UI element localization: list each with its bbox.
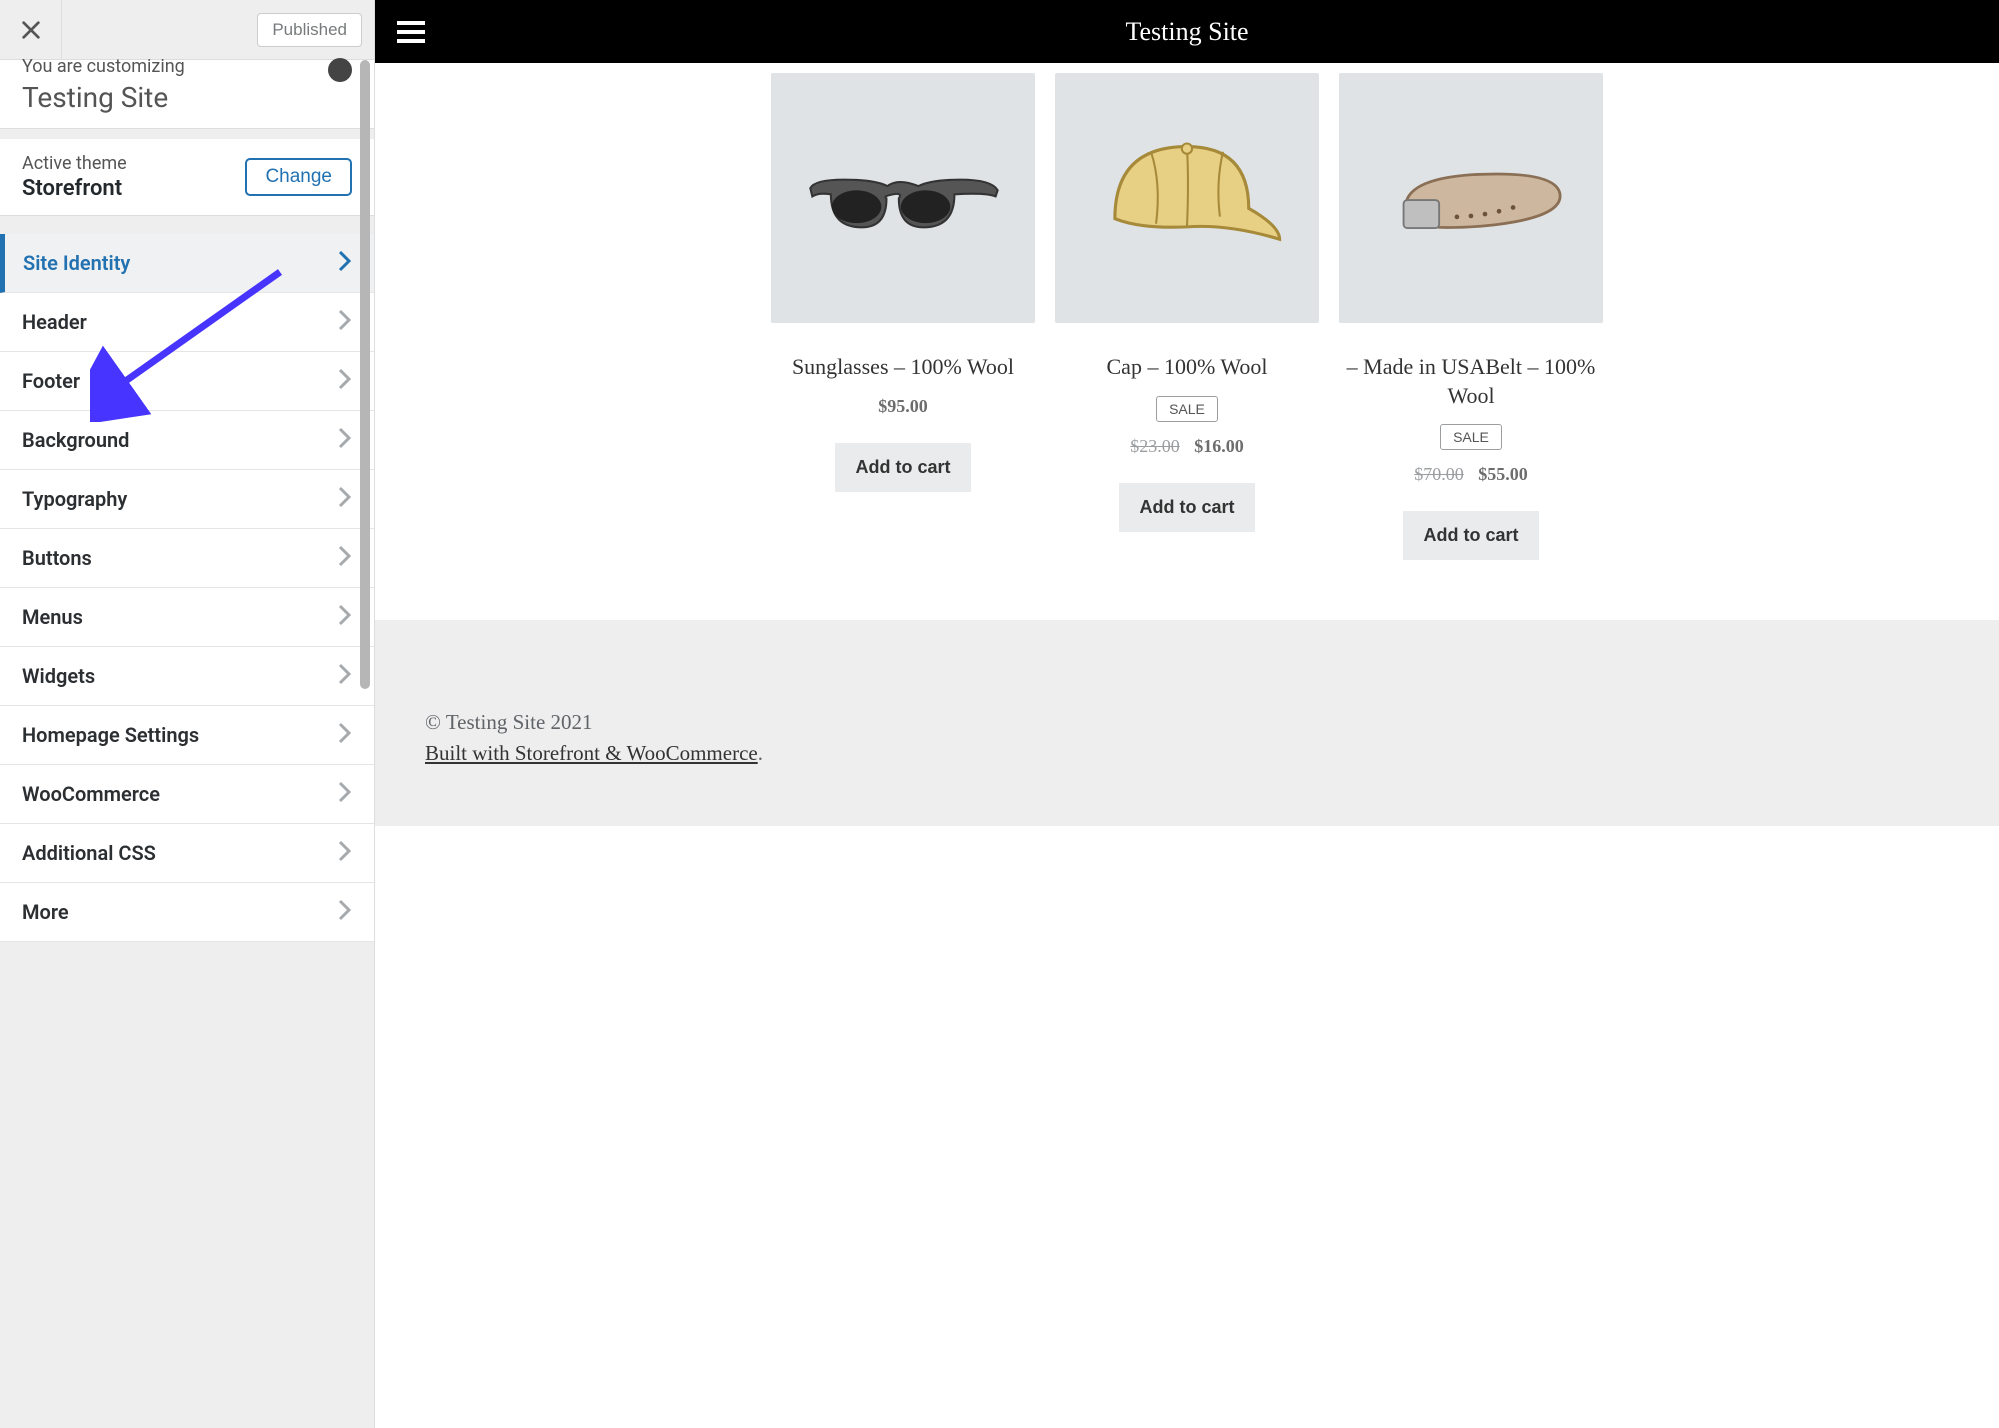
close-icon bbox=[20, 19, 42, 41]
add-to-cart-button[interactable]: Add to cart bbox=[835, 443, 970, 492]
product-image[interactable] bbox=[771, 73, 1035, 323]
site-preview: Testing Site Sunglasses – 100% Wool $95.… bbox=[375, 0, 1999, 1428]
menu-item-label: Widgets bbox=[22, 664, 95, 688]
chevron-right-icon bbox=[338, 899, 352, 925]
customizing-prefix: You are customizing bbox=[22, 56, 328, 77]
scrollbar-thumb[interactable] bbox=[360, 60, 370, 689]
menu-item-woocommerce[interactable]: WooCommerce bbox=[0, 765, 374, 824]
product-title: Cap – 100% Wool bbox=[1055, 353, 1319, 382]
menu-item-typography[interactable]: Typography bbox=[0, 470, 374, 529]
preview-header: Testing Site bbox=[375, 0, 1999, 63]
menu-item-label: Buttons bbox=[22, 546, 92, 570]
product-price: $95.00 bbox=[771, 396, 1035, 417]
menu-item-label: WooCommerce bbox=[22, 782, 160, 806]
chevron-right-icon bbox=[338, 663, 352, 689]
menu-item-label: Typography bbox=[22, 487, 127, 511]
original-price: $23.00 bbox=[1130, 436, 1180, 456]
menu-item-label: Background bbox=[22, 428, 129, 452]
menu-item-header[interactable]: Header bbox=[0, 293, 374, 352]
customizing-site-name: Testing Site bbox=[22, 81, 352, 114]
belt-icon bbox=[1368, 142, 1574, 254]
chevron-right-icon bbox=[338, 840, 352, 866]
menu-item-label: Header bbox=[22, 310, 87, 334]
hamburger-menu-button[interactable] bbox=[397, 21, 425, 43]
menu-item-widgets[interactable]: Widgets bbox=[0, 647, 374, 706]
menu-item-label: Additional CSS bbox=[22, 841, 156, 865]
help-icon[interactable] bbox=[328, 58, 352, 82]
menu-item-label: Footer bbox=[22, 369, 80, 393]
product-title: Sunglasses – 100% Wool bbox=[771, 353, 1035, 382]
customizer-menu: Site Identity Header Footer Background T… bbox=[0, 234, 374, 942]
menu-item-additional-css[interactable]: Additional CSS bbox=[0, 824, 374, 883]
chevron-right-icon bbox=[338, 722, 352, 748]
add-to-cart-button[interactable]: Add to cart bbox=[1119, 483, 1254, 532]
chevron-right-icon bbox=[338, 309, 352, 335]
product-title: – Made in USABelt – 100% Wool bbox=[1339, 353, 1603, 410]
chevron-right-icon bbox=[338, 781, 352, 807]
customizer-heading: You are customizing Testing Site bbox=[0, 60, 374, 129]
sale-badge: SALE bbox=[1156, 396, 1218, 422]
product-grid: Sunglasses – 100% Wool $95.00 Add to car… bbox=[375, 63, 1999, 620]
menu-item-label: Menus bbox=[22, 605, 83, 629]
customizer-topbar: Published bbox=[0, 0, 374, 60]
menu-item-label: More bbox=[22, 900, 69, 924]
footer-copyright: © Testing Site 2021 bbox=[425, 710, 1949, 735]
customizer-sidebar: Published You are customizing Testing Si… bbox=[0, 0, 375, 1428]
chevron-right-icon bbox=[338, 368, 352, 394]
chevron-right-icon bbox=[338, 545, 352, 571]
menu-item-more[interactable]: More bbox=[0, 883, 374, 942]
preview-footer: © Testing Site 2021 Built with Storefron… bbox=[375, 620, 1999, 826]
product-price: $70.00 $55.00 bbox=[1339, 464, 1603, 485]
product-card: Sunglasses – 100% Wool $95.00 Add to car… bbox=[771, 73, 1035, 560]
product-image[interactable] bbox=[1055, 73, 1319, 323]
menu-item-homepage-settings[interactable]: Homepage Settings bbox=[0, 706, 374, 765]
sale-badge: SALE bbox=[1440, 424, 1502, 450]
menu-item-label: Site Identity bbox=[23, 251, 130, 275]
menu-item-background[interactable]: Background bbox=[0, 411, 374, 470]
chevron-right-icon bbox=[338, 427, 352, 453]
menu-item-buttons[interactable]: Buttons bbox=[0, 529, 374, 588]
product-card: – Made in USABelt – 100% Wool SALE $70.0… bbox=[1339, 73, 1603, 560]
active-theme-section: Active theme Storefront Change bbox=[0, 139, 374, 216]
menu-item-menus[interactable]: Menus bbox=[0, 588, 374, 647]
theme-name: Storefront bbox=[22, 176, 127, 201]
cap-icon bbox=[1084, 126, 1290, 270]
chevron-right-icon bbox=[338, 250, 352, 276]
menu-item-site-identity[interactable]: Site Identity bbox=[0, 234, 374, 293]
sunglasses-icon bbox=[800, 147, 1006, 250]
add-to-cart-button[interactable]: Add to cart bbox=[1403, 511, 1538, 560]
active-theme-label: Active theme bbox=[22, 153, 127, 174]
publish-status-button[interactable]: Published bbox=[257, 13, 362, 47]
sale-price: $55.00 bbox=[1478, 464, 1528, 484]
footer-credit-link[interactable]: Built with Storefront & WooCommerce bbox=[425, 741, 758, 765]
change-theme-button[interactable]: Change bbox=[245, 158, 352, 196]
sidebar-scrollbar[interactable] bbox=[356, 60, 374, 1428]
chevron-right-icon bbox=[338, 604, 352, 630]
product-image[interactable] bbox=[1339, 73, 1603, 323]
product-price: $23.00 $16.00 bbox=[1055, 436, 1319, 457]
footer-credit-suffix: . bbox=[758, 741, 763, 765]
close-customizer-button[interactable] bbox=[0, 0, 62, 60]
menu-item-footer[interactable]: Footer bbox=[0, 352, 374, 411]
original-price: $70.00 bbox=[1414, 464, 1464, 484]
menu-item-label: Homepage Settings bbox=[22, 723, 199, 747]
sale-price: $16.00 bbox=[1194, 436, 1244, 456]
chevron-right-icon bbox=[338, 486, 352, 512]
preview-site-title: Testing Site bbox=[1125, 17, 1248, 47]
product-card: Cap – 100% Wool SALE $23.00 $16.00 Add t… bbox=[1055, 73, 1319, 560]
